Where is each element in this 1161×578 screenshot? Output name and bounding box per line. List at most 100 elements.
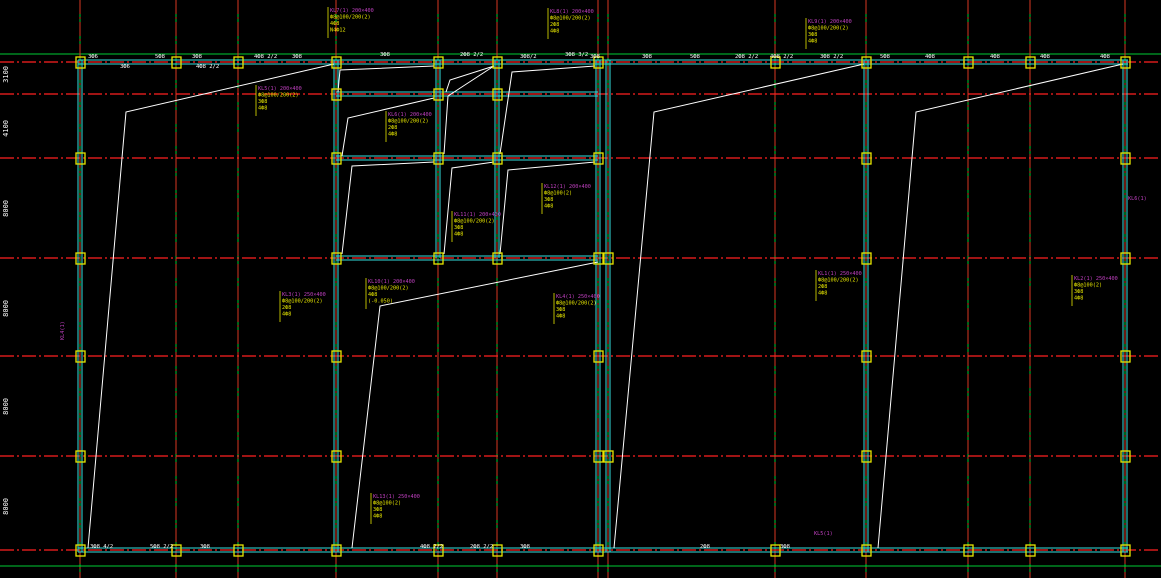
side-tag: KL6(1): [1128, 196, 1147, 202]
annotation-line: 3Ф8: [544, 197, 553, 203]
annotation-line: KL5(1) 200×400: [258, 86, 302, 92]
dimension-label: 3100: [2, 66, 10, 83]
annotation-line: 3Ф8: [258, 99, 267, 105]
slab-break-line: [443, 161, 495, 255]
annotation-line: 2Ф8: [818, 284, 827, 290]
beam-annotation: KL8(1) 200×400Ф8@100/200(2)2Ф84Ф8: [547, 8, 594, 39]
annotation-line: 3Ф8: [556, 307, 565, 313]
annotation-line: 2Ф8: [388, 125, 397, 131]
beam-annotation: KL7(1) 200×400Ф8@100/200(2)4Ф8N4Ф12: [327, 7, 374, 38]
beam-label: 3Ф8 2/2: [820, 54, 843, 60]
beam-label: 5Ф8: [880, 54, 890, 60]
beam-label: 5Ф8: [690, 54, 700, 60]
annotation-line: KL10(1) 200×400: [368, 279, 415, 285]
beam-label: 3Ф8 4/2: [90, 544, 113, 550]
beam-annotation: KL3(1) 250×400Ф8@100/200(2)2Ф84Ф8: [279, 291, 326, 322]
slab-break-line: [877, 63, 1124, 549]
annotation-line: Ф8@100/200(2): [282, 299, 323, 305]
annotation-line: 2Ф8: [550, 22, 559, 28]
beam-label: 3Ф8: [200, 544, 210, 550]
annotation-line: KL6(1) 200×400: [388, 112, 432, 118]
beam-annotation: KL12(1) 200×400Ф8@100(2)3Ф84Ф8: [541, 183, 591, 214]
annotation-line: 3Ф8: [373, 507, 382, 513]
beam-annotation: KL10(1) 200×400Ф8@100/200(2)4Ф8(-0.050): [365, 278, 415, 309]
annotation-line: 4Ф8: [556, 314, 565, 320]
annotation-line: Ф8@100(2): [373, 501, 401, 507]
annotation-line: 4Ф8: [544, 204, 553, 210]
beam-label: 3Ф6: [88, 54, 98, 60]
beam-label: 4Ф8 2/2: [254, 54, 277, 60]
beam-label: 5Ф8: [155, 54, 165, 60]
dimension-label: 8000: [2, 200, 10, 217]
beam-label: 3Ф8/2: [520, 54, 537, 60]
beam-label: 4Ф8: [990, 54, 1000, 60]
annotation-line: 3Ф8: [808, 32, 817, 38]
annotation-line: 2Ф8: [282, 305, 291, 311]
annotation-line: Ф8@100/200(2): [368, 286, 409, 292]
slab-break-line: [613, 63, 865, 549]
beam-label: 4Ф8: [925, 54, 935, 60]
beam-label: 3Ф8: [642, 54, 652, 60]
beam-label: 2Ф8 2/2: [470, 544, 493, 550]
beam-annotation: KL4(1) 250×400Ф8@100/200(2)3Ф84Ф8: [553, 293, 600, 324]
annotation-line: 4Ф8: [258, 106, 267, 112]
beam-label: 4Ф8 2/2: [196, 64, 219, 70]
beam-label: 3Ф8: [292, 54, 302, 60]
slab-break-line: [341, 161, 435, 255]
slab-break-line: [87, 63, 335, 549]
beam-label: 3Ф8 3/2: [565, 52, 588, 58]
beam-label: 4Ф8: [1040, 54, 1050, 60]
dimension-label: 8000: [2, 498, 10, 515]
beam-annotation: KL9(1) 200×400Ф8@100/200(2)3Ф84Ф8: [805, 18, 852, 49]
beam-annotation: KL5(1) 200×400Ф8@100/200(2)3Ф84Ф8: [255, 85, 302, 116]
slab-break-line: [445, 65, 495, 93]
annotation-line: Ф8@100/200(2): [808, 26, 849, 32]
beam-labels: 3Ф6 3Ф6 5Ф8 3Ф8 4Ф8 2/2 4Ф8 2/2 3Ф8 3Ф8 2Ф8 2/2 3…: [88, 52, 1110, 550]
beam-annotation: KL11(1) 200×400Ф8@100/200(2)3Ф84Ф8: [451, 211, 501, 242]
annotation-line: 4Ф8: [373, 514, 382, 520]
annotation-line: Ф8@100/200(2): [454, 219, 495, 225]
beam-annotation: KL1(1) 250×400Ф8@100/200(2)2Ф84Ф8: [815, 270, 862, 301]
annotation-line: 4Ф8: [454, 232, 463, 238]
annotation-line: KL4(1) 250×400: [556, 294, 600, 300]
axis-grid: [0, 0, 1161, 578]
annotation-line: N4Ф12: [330, 28, 346, 34]
beam-annotation: KL13(1) 250×400Ф8@100(2)3Ф84Ф8: [370, 493, 420, 524]
beam-label: 4Ф8 2/2: [420, 544, 443, 550]
annotation-line: Ф8@100(2): [1074, 283, 1102, 289]
annotation-line: Ф8@100/200(2): [330, 15, 371, 21]
annotation-line: (-0.050): [368, 299, 393, 305]
annotation-line: KL7(1) 200×400: [330, 8, 374, 14]
side-tag: KL4(1): [60, 321, 66, 340]
annotation-line: KL9(1) 200×400: [808, 19, 852, 25]
annotation-line: Ф8@100/200(2): [556, 301, 597, 307]
beam-label: 3Ф8: [780, 544, 790, 550]
beam-label: 2Ф8 2/2: [460, 52, 483, 58]
annotation-line: 3Ф8: [454, 225, 463, 231]
beam-label: 3Ф8: [590, 54, 600, 60]
beam-label: 2Ф8: [700, 544, 710, 550]
annotation-line: 3Ф8: [1074, 289, 1083, 295]
annotation-line: Ф8@100(2): [544, 191, 572, 197]
beam-lines: [77, 59, 1128, 553]
dimension-label: 8000: [2, 300, 10, 317]
annotation-line: KL3(1) 250×400: [282, 292, 326, 298]
beam-label: 3Ф6: [120, 64, 130, 70]
annotation-line: KL2(1) 250×400: [1074, 276, 1118, 282]
annotation-line: 4Ф8: [330, 21, 339, 27]
annotation-line: KL8(1) 200×400: [550, 9, 594, 15]
beam-label: 3Ф8: [192, 54, 202, 60]
annotation-line: 4Ф8: [550, 29, 559, 35]
annotation-line: 4Ф8: [1074, 296, 1083, 302]
beam-label: 4Ф8: [1100, 54, 1110, 60]
side-tag: KL5(1): [814, 531, 833, 537]
beam-annotation: KL6(1) 200×400Ф8@100/200(2)2Ф84Ф8: [385, 111, 432, 142]
annotation-line: KL11(1) 200×400: [454, 212, 501, 218]
annotation-line: Ф8@100/200(2): [550, 16, 591, 22]
annotation-line: KL1(1) 250×400: [818, 271, 862, 277]
dimension-label: 4100: [2, 120, 10, 137]
structural-beam-plan: 3Ф6 3Ф6 5Ф8 3Ф8 4Ф8 2/2 4Ф8 2/2 3Ф8 3Ф8 2Ф8 2/2 3…: [0, 0, 1161, 578]
annotation-line: 4Ф8: [808, 39, 817, 45]
annotation-line: KL13(1) 250×400: [373, 494, 420, 500]
beam-label: 5Ф8 2/2: [150, 544, 173, 550]
